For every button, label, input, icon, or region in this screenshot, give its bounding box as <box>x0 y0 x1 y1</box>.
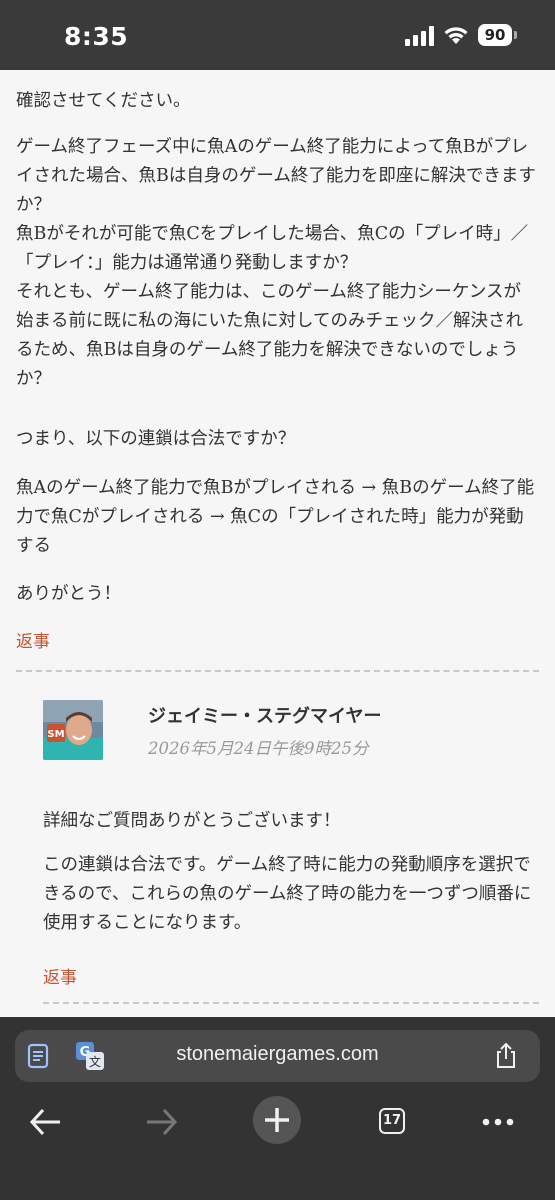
comment-paragraph: 確認させてください。 <box>16 91 191 111</box>
avatar[interactable]: SM <box>43 700 103 760</box>
comment-paragraph: 魚Bがそれが可能で魚Cをプレイした場合、魚Cの「プレイ時」／「プレイ：」能力は通… <box>16 224 529 273</box>
comment-paragraph: ありがとう！ <box>16 584 121 604</box>
status-bar: 8:35 90 <box>0 0 555 70</box>
browser-toolbar: G 文 stonemaiergames.com 17 <box>0 1017 555 1200</box>
response-paragraph: この連鎖は合法です。ゲーム終了時に能力の発動順序を選択できるので、これらの魚のゲ… <box>43 855 532 933</box>
comment-paragraph: 魚Aのゲーム終了能力で魚Bがプレイされる → 魚Bのゲーム終了能力で魚Cがプレイ… <box>16 478 535 556</box>
clock: 8:35 <box>64 22 129 51</box>
reply-link[interactable]: 返事 <box>43 963 77 988</box>
comment-paragraph: それとも、ゲーム終了能力は、このゲーム終了能力シーケンスが始まる前に既に私の海に… <box>16 282 523 389</box>
comment-divider <box>16 670 539 672</box>
share-icon[interactable] <box>495 1042 517 1070</box>
address-bar[interactable]: G 文 stonemaiergames.com <box>15 1030 540 1082</box>
battery-level: 90 <box>478 24 512 46</box>
comment-date[interactable]: 2026年5月24日午後9時25分 <box>148 735 368 759</box>
reply-link[interactable]: 返事 <box>16 627 50 652</box>
wifi-icon <box>444 27 468 44</box>
new-tab-icon[interactable] <box>252 1095 302 1145</box>
comment-thread: 確認させてください。 ゲーム終了フェーズ中に魚Aのゲーム終了能力によって魚Bがプ… <box>0 70 555 1020</box>
comment-divider <box>43 1002 539 1004</box>
comment-paragraph: つまり、以下の連鎖は合法ですか？ <box>16 429 296 449</box>
avatar-logo-text: SM <box>47 729 64 740</box>
avatar-photo: SM <box>43 700 103 760</box>
url-text[interactable]: stonemaiergames.com <box>15 1043 540 1066</box>
tabs-icon[interactable]: 17 <box>379 1108 405 1134</box>
battery-tip <box>514 31 517 39</box>
forward-icon[interactable] <box>143 1097 179 1147</box>
comment-paragraph: ゲーム終了フェーズ中に魚Aのゲーム終了能力によって魚Bがプレイされた場合、魚Bは… <box>16 137 536 215</box>
more-icon[interactable] <box>480 1097 516 1147</box>
back-icon[interactable] <box>28 1097 64 1147</box>
battery-indicator: 90 <box>478 24 518 48</box>
response-paragraph: 詳細なご質問ありがとうございます！ <box>43 811 341 831</box>
cellular-signal-icon <box>405 26 434 46</box>
comment-author[interactable]: ジェイミー・ステグマイヤー <box>148 702 381 728</box>
